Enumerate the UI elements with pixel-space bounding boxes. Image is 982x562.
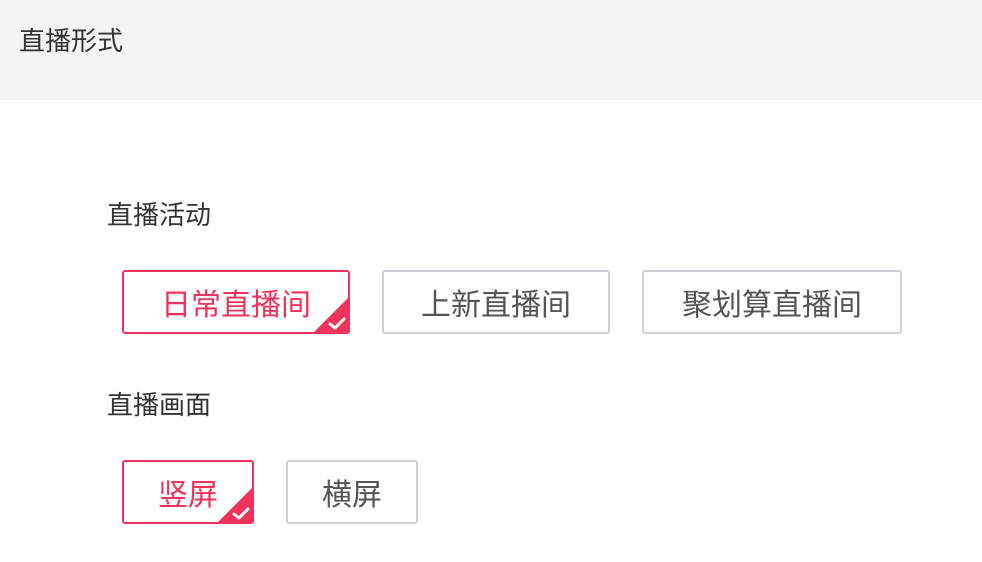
- option-label: 竖屏: [158, 478, 218, 513]
- check-icon: [218, 488, 252, 522]
- option-label: 上新直播间: [421, 288, 571, 323]
- live-screen-label: 直播画面: [107, 391, 212, 421]
- check-icon: [314, 298, 348, 332]
- option-label: 聚划算直播间: [682, 288, 862, 323]
- option-daily-live-room[interactable]: 日常直播间: [122, 270, 350, 334]
- option-label: 日常直播间: [161, 288, 311, 323]
- option-landscape[interactable]: 横屏: [286, 460, 418, 524]
- option-new-arrival-live-room[interactable]: 上新直播间: [382, 270, 610, 334]
- option-label: 横屏: [322, 478, 382, 513]
- option-juhuasuan-live-room[interactable]: 聚划算直播间: [642, 270, 902, 334]
- page-header: 直播形式: [0, 0, 982, 100]
- live-activity-label: 直播活动: [107, 201, 212, 231]
- page-title: 直播形式: [19, 27, 124, 57]
- option-portrait[interactable]: 竖屏: [122, 460, 254, 524]
